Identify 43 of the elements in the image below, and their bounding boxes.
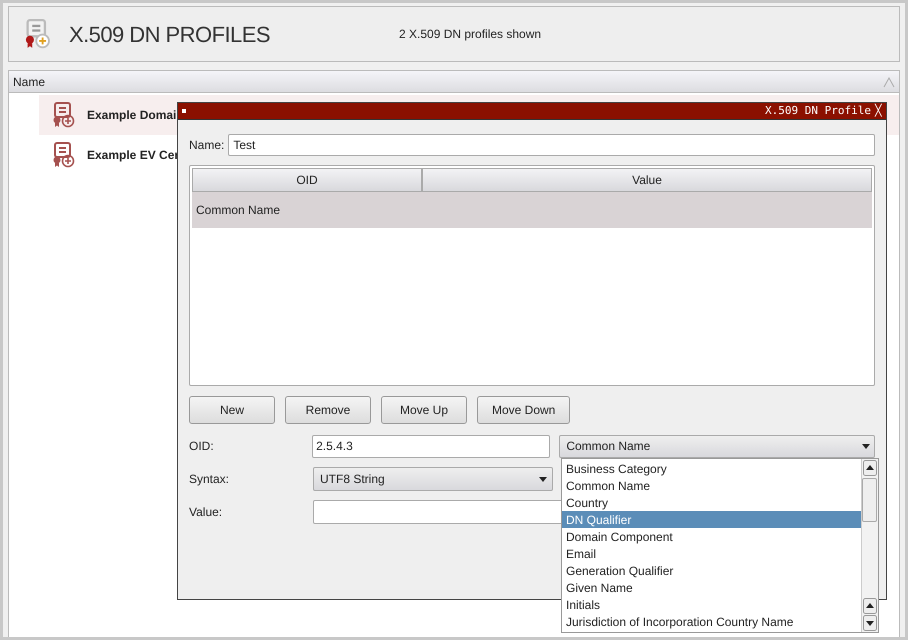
action-button[interactable]: Remove (285, 396, 371, 424)
dropdown-item[interactable]: Generation Qualifier (562, 562, 861, 579)
dropdown-item[interactable]: Initials (562, 596, 861, 613)
syntax-combo[interactable]: UTF8 String (313, 467, 553, 491)
scroll-thumb[interactable] (862, 478, 877, 522)
scrollbar[interactable] (861, 459, 878, 632)
dropdown-item[interactable]: Business Category (562, 460, 861, 477)
action-button[interactable]: Move Up (381, 396, 467, 424)
dropdown-item[interactable]: Country (562, 494, 861, 511)
action-button[interactable]: Move Down (477, 396, 570, 424)
dropdown-item[interactable]: Jurisdiction of Incorporation Country Name (562, 613, 861, 630)
scroll-up-icon[interactable] (863, 460, 877, 476)
profile-name: Example EV Cer (87, 147, 180, 164)
caret-icon (862, 444, 870, 448)
certificate-icon (51, 102, 77, 128)
profile-name: Example Domai (87, 107, 176, 124)
page-title: X.509 DN PROFILES (69, 20, 271, 48)
caret-icon (539, 476, 547, 482)
dropdown-item[interactable]: Domain Component (562, 528, 861, 545)
table-row[interactable]: Common Name (192, 192, 872, 228)
value-label: Value: (189, 504, 224, 521)
syntax-label: Syntax: (189, 471, 230, 488)
scroll-down-icon[interactable] (863, 615, 877, 631)
dropdown-item[interactable]: Email (562, 545, 861, 562)
oid-field[interactable]: 2.5.4.3 (312, 434, 550, 458)
oid-combo[interactable]: Common Name (559, 434, 875, 458)
close-button[interactable]: ╳ (875, 106, 882, 116)
column-header[interactable]: Name (9, 71, 899, 93)
column-header[interactable]: OID (192, 168, 422, 192)
action-button[interactable]: New (189, 396, 275, 424)
dropdown-item[interactable]: DN Qualifier (562, 511, 861, 528)
oid-label: OID: (189, 438, 215, 455)
dropdown-item[interactable]: Given Name (562, 579, 861, 596)
scroll-up-icon[interactable] (863, 598, 877, 614)
table-cell-text: Common Name (195, 202, 282, 219)
count-label: 2 X.509 DN profiles shown (399, 26, 542, 43)
name-label: Name: (189, 137, 224, 154)
certificate-icon (51, 142, 77, 168)
column-header[interactable]: Value (422, 168, 872, 192)
name-field[interactable]: Test (228, 134, 875, 156)
dropdown-item[interactable]: Common Name (562, 477, 861, 494)
certificate-icon (23, 19, 53, 49)
dialog-title: X.509 DN Profile (765, 102, 871, 119)
